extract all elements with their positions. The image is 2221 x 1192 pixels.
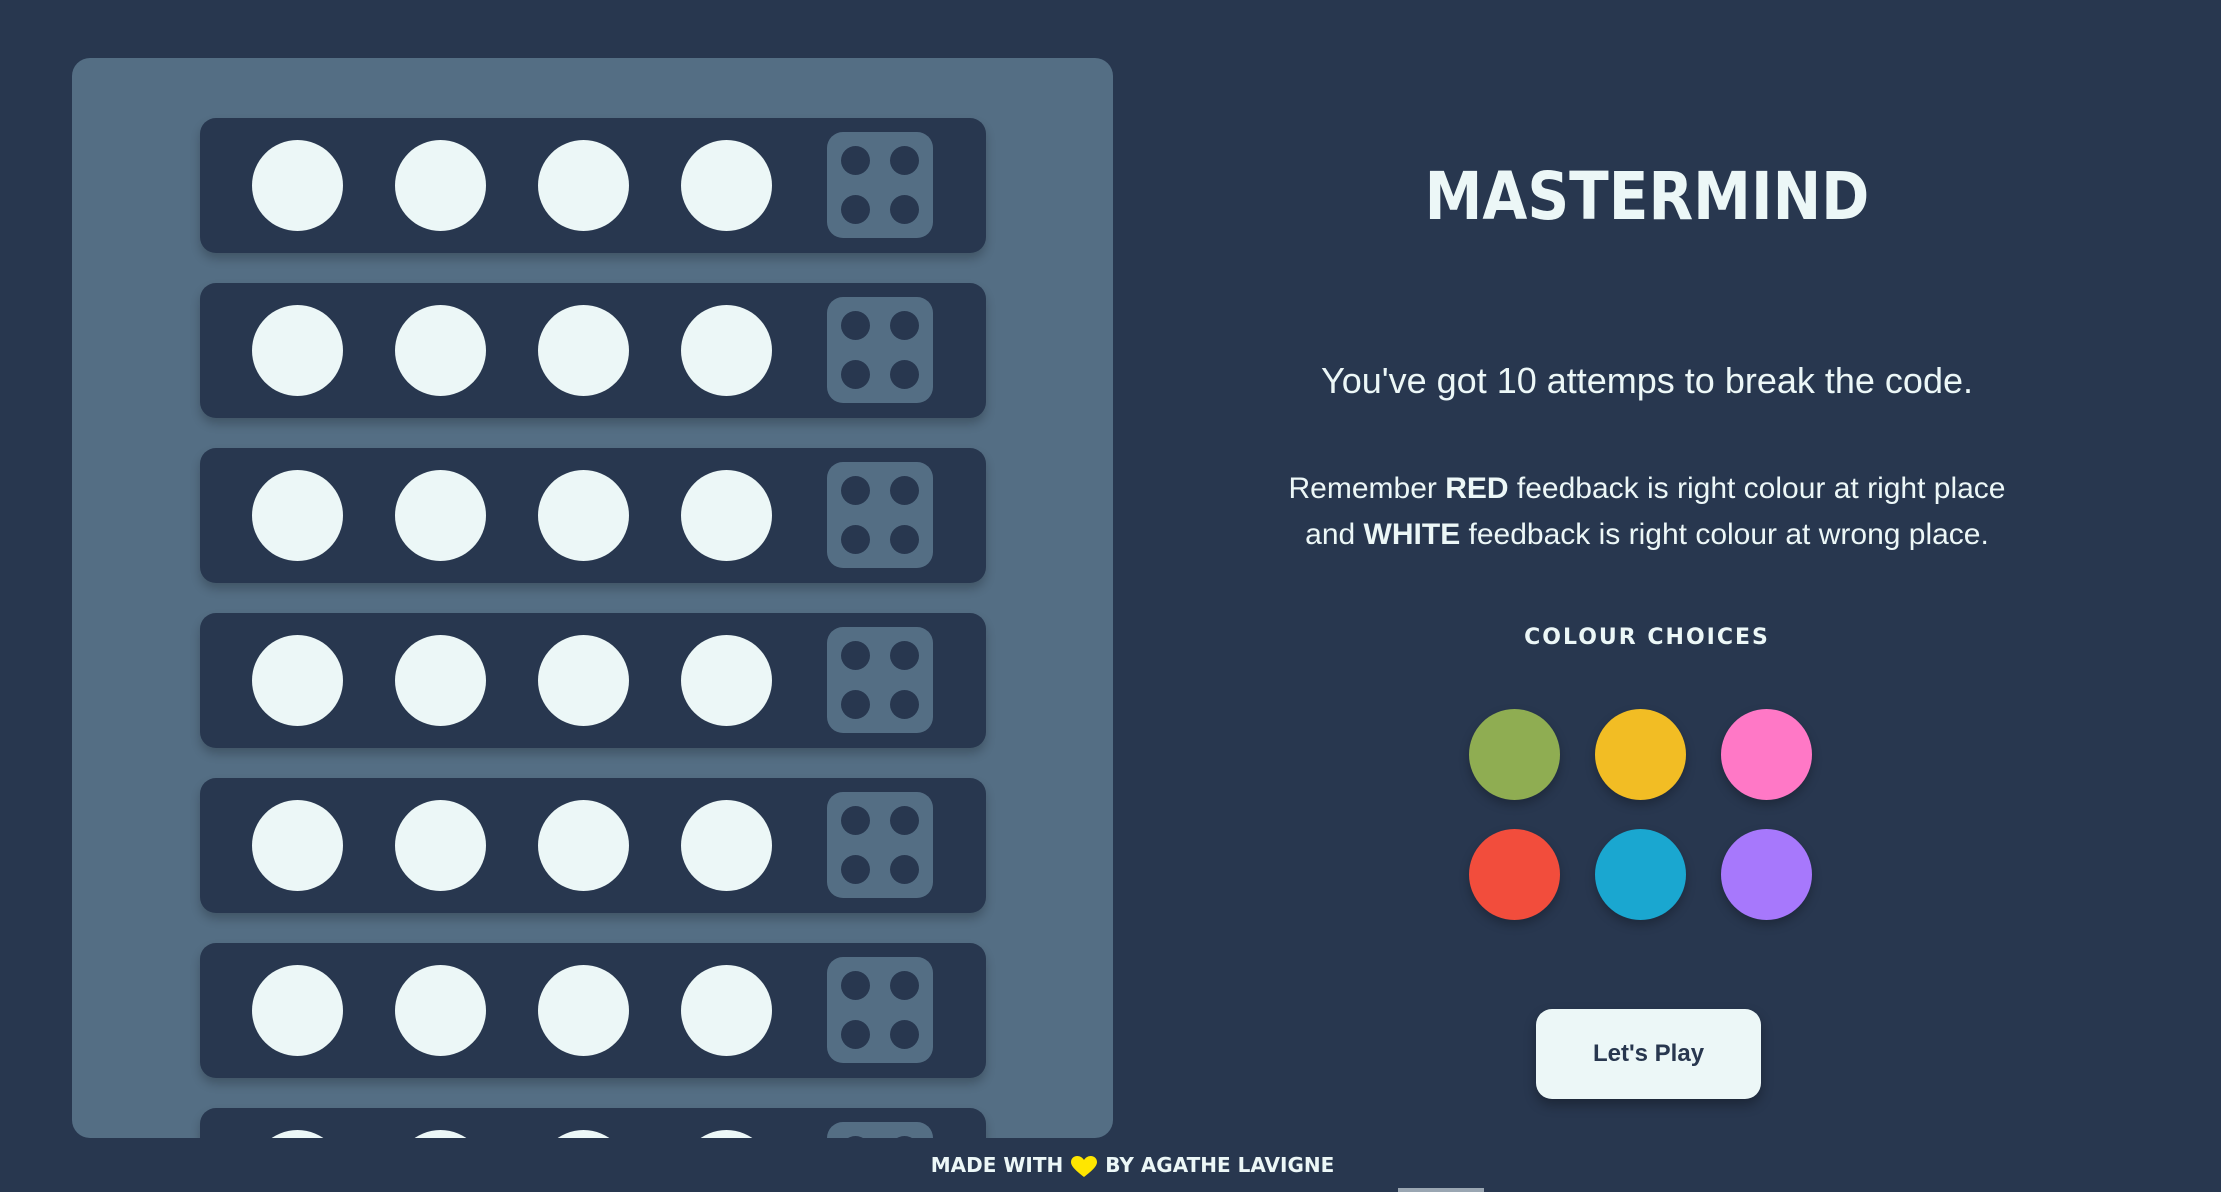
author-text: BY AGATHE LAVIGNE — [1105, 1153, 1335, 1177]
guess-peg-slot[interactable] — [395, 305, 486, 396]
guess-peg-slot[interactable] — [538, 140, 629, 231]
feedback-peg — [890, 690, 919, 719]
lets-play-button[interactable]: Let's Play — [1536, 1009, 1761, 1099]
feedback-peg — [890, 1020, 919, 1049]
guess-peg-slot[interactable] — [681, 800, 772, 891]
guess-peg-slot[interactable] — [252, 140, 343, 231]
feedback-box — [827, 957, 933, 1063]
guess-peg-slot[interactable] — [681, 1130, 772, 1138]
guess-peg-slot[interactable] — [252, 470, 343, 561]
feedback-peg — [890, 1136, 919, 1138]
feedback-peg — [841, 641, 870, 670]
feedback-box — [827, 462, 933, 568]
feedback-peg — [841, 1020, 870, 1049]
guess-peg-slot[interactable] — [538, 965, 629, 1056]
feedback-box — [827, 1122, 933, 1138]
feedback-peg — [841, 525, 870, 554]
white-keyword: WHITE — [1363, 518, 1461, 551]
feedback-box — [827, 132, 933, 238]
feedback-peg — [890, 311, 919, 340]
colour-choice-blue[interactable] — [1595, 829, 1686, 920]
feedback-peg — [841, 1136, 870, 1138]
guess-peg-slot[interactable] — [681, 470, 772, 561]
guess-peg-slot[interactable] — [395, 1130, 486, 1138]
guess-row — [200, 1108, 986, 1138]
colour-choice-purple[interactable] — [1721, 829, 1812, 920]
guess-peg-slot[interactable] — [538, 305, 629, 396]
guess-peg-slot[interactable] — [395, 470, 486, 561]
feedback-peg — [841, 971, 870, 1000]
colour-choice-green[interactable] — [1469, 709, 1560, 800]
guess-peg-slot[interactable] — [681, 635, 772, 726]
feedback-peg — [841, 146, 870, 175]
colour-choices-label: COLOUR CHOICES — [1524, 625, 1770, 650]
scroll-indicator — [1398, 1188, 1484, 1192]
page-title: MASTERMIND — [1424, 158, 1870, 235]
feedback-peg — [841, 311, 870, 340]
guess-peg-slot[interactable] — [252, 1130, 343, 1138]
feedback-peg — [841, 476, 870, 505]
guess-row — [200, 943, 986, 1078]
feedback-peg — [841, 806, 870, 835]
guess-peg-slot[interactable] — [252, 635, 343, 726]
feedback-peg — [890, 971, 919, 1000]
made-with-text: MADE WITH — [930, 1153, 1064, 1177]
guess-peg-slot[interactable] — [395, 800, 486, 891]
guess-row — [200, 613, 986, 748]
feedback-box — [827, 792, 933, 898]
feedback-peg — [841, 855, 870, 884]
footer-credit: MADE WITH BY AGATHE LAVIGNE — [900, 1153, 1365, 1178]
feedback-peg — [841, 195, 870, 224]
feedback-peg — [890, 476, 919, 505]
guess-peg-slot[interactable] — [252, 305, 343, 396]
guess-peg-slot[interactable] — [395, 635, 486, 726]
rules-text: Remember RED feedback is right colour at… — [1200, 466, 2094, 558]
feedback-peg — [890, 195, 919, 224]
guess-peg-slot[interactable] — [538, 635, 629, 726]
guess-peg-slot[interactable] — [681, 965, 772, 1056]
feedback-peg — [890, 855, 919, 884]
red-keyword: RED — [1445, 472, 1509, 505]
colour-choice-red[interactable] — [1469, 829, 1560, 920]
mastermind-app: MASTERMIND You've got 10 attemps to brea… — [0, 0, 2221, 1192]
rules-line-red: Remember RED feedback is right colour at… — [1288, 472, 2006, 505]
feedback-peg — [841, 360, 870, 389]
feedback-peg — [841, 690, 870, 719]
guess-peg-slot[interactable] — [252, 965, 343, 1056]
guess-peg-slot[interactable] — [395, 965, 486, 1056]
attempts-message: You've got 10 attemps to break the code. — [1321, 360, 1973, 401]
guess-peg-slot[interactable] — [681, 305, 772, 396]
game-board — [72, 58, 1113, 1138]
guess-peg-slot[interactable] — [681, 140, 772, 231]
guess-peg-slot[interactable] — [538, 470, 629, 561]
guess-peg-slot[interactable] — [252, 800, 343, 891]
colour-choice-pink[interactable] — [1721, 709, 1812, 800]
guess-peg-slot[interactable] — [538, 800, 629, 891]
guess-peg-slot[interactable] — [538, 1130, 629, 1138]
guess-peg-slot[interactable] — [395, 140, 486, 231]
guess-row — [200, 118, 986, 253]
feedback-peg — [890, 525, 919, 554]
feedback-peg — [890, 806, 919, 835]
feedback-peg — [890, 641, 919, 670]
feedback-box — [827, 627, 933, 733]
yellow-heart-icon — [1071, 1155, 1098, 1177]
colour-choice-yellow[interactable] — [1595, 709, 1686, 800]
feedback-peg — [890, 360, 919, 389]
guess-row — [200, 778, 986, 913]
guess-row — [200, 283, 986, 418]
rules-line-white: and WHITE feedback is right colour at wr… — [1305, 518, 1989, 551]
guess-row — [200, 448, 986, 583]
feedback-box — [827, 297, 933, 403]
feedback-peg — [890, 146, 919, 175]
